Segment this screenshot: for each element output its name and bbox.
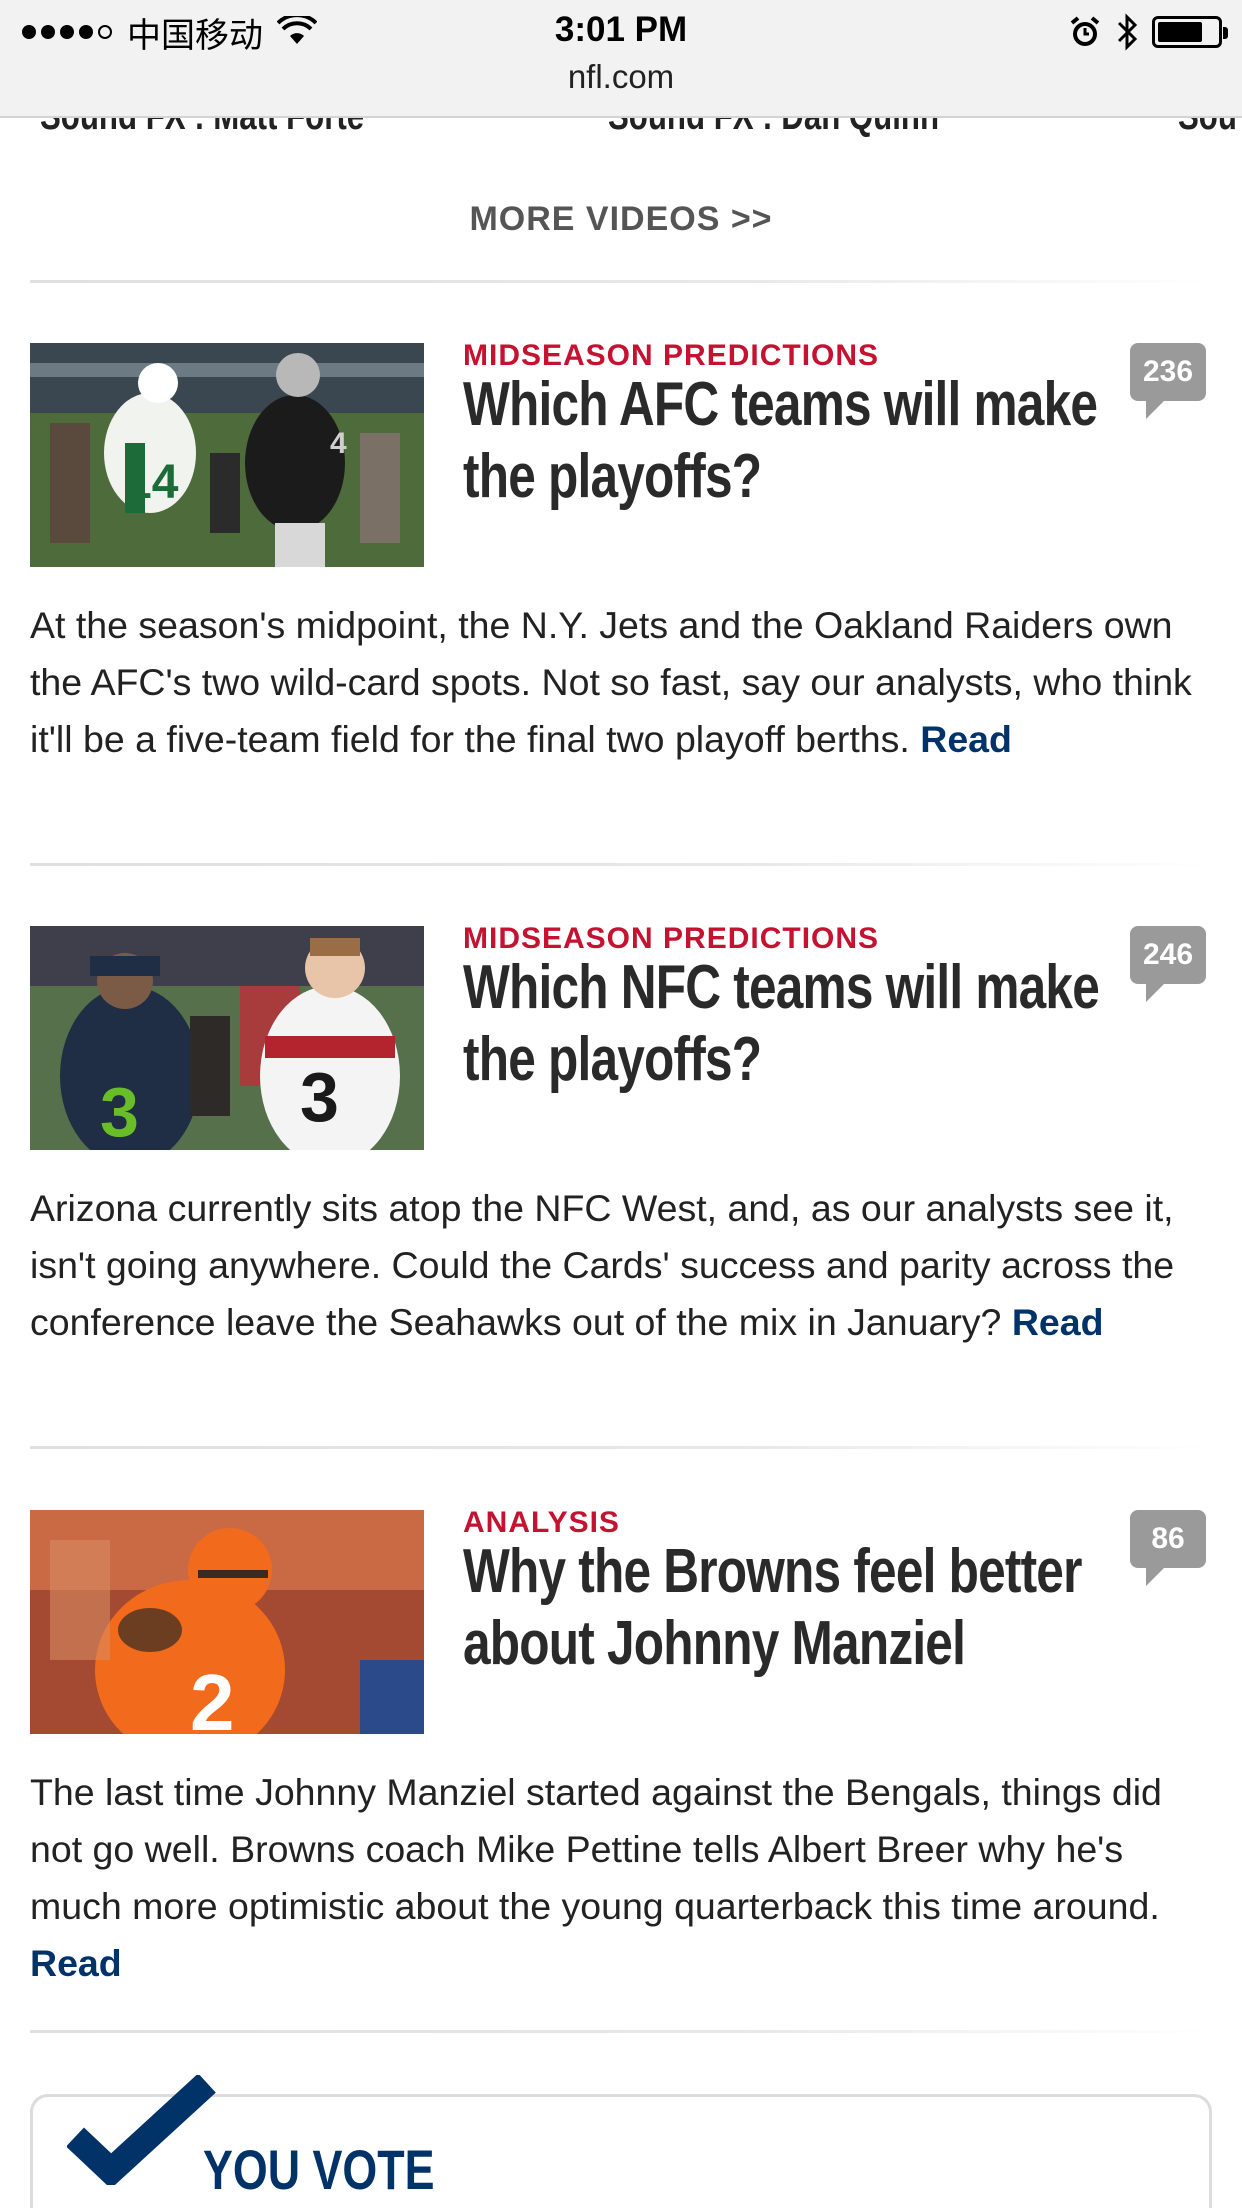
article-kicker[interactable]: MIDSEASON PREDICTIONS [463, 339, 879, 373]
article-headline[interactable]: Which NFC teams will make the playoffs? [463, 952, 1103, 1096]
divider [30, 2030, 1212, 2033]
svg-text:4: 4 [330, 427, 347, 460]
svg-text:3: 3 [300, 1058, 339, 1136]
svg-text:3: 3 [100, 1073, 139, 1150]
summary-text: Arizona currently sits atop the NFC West… [30, 1187, 1175, 1343]
battery-icon [1152, 16, 1228, 48]
article-summary: At the season's midpoint, the N.Y. Jets … [30, 597, 1220, 768]
comment-count: 236 [1142, 355, 1194, 388]
you-vote-panel[interactable]: YOU VOTE [30, 2075, 1212, 2208]
article-headline[interactable]: Which AFC teams will make the playoffs? [463, 369, 1103, 513]
checkmark-icon [67, 2075, 216, 2185]
comment-count-badge[interactable]: 246 [1130, 926, 1206, 1002]
battery-level [1158, 22, 1202, 42]
bluetooth-icon [1117, 13, 1138, 51]
you-vote-title: YOU VOTE [203, 2138, 435, 2201]
article-kicker[interactable]: MIDSEASON PREDICTIONS [463, 922, 879, 956]
clock: 3:01 PM [554, 10, 688, 49]
comment-count-badge[interactable]: 236 [1130, 343, 1206, 419]
article-kicker[interactable]: ANALYSIS [463, 1506, 620, 1540]
comment-count-badge[interactable]: 86 [1130, 1510, 1206, 1586]
comment-count: 86 [1151, 1522, 1185, 1555]
status-icons [1068, 12, 1228, 52]
divider [30, 1446, 1212, 1449]
more-videos-link[interactable]: MORE VIDEOS >> [0, 200, 1242, 239]
article-headline[interactable]: Why the Browns feel better about Johnny … [463, 1536, 1103, 1680]
comment-count: 246 [1142, 938, 1194, 971]
article-thumbnail[interactable]: 2 [30, 1510, 424, 1734]
read-link[interactable]: Read [920, 718, 1012, 760]
read-link[interactable]: Read [1012, 1301, 1104, 1343]
divider [30, 280, 1212, 283]
url-bar[interactable]: nfl.com [0, 58, 1242, 96]
divider [30, 863, 1212, 866]
svg-text:2: 2 [190, 1658, 235, 1734]
svg-text:14: 14 [125, 456, 179, 509]
status-bar: 中国移动 3:01 PM nfl.com [0, 0, 1242, 118]
summary-text: The last time Johnny Manziel started aga… [30, 1771, 1162, 1927]
article-summary: The last time Johnny Manziel started aga… [30, 1764, 1220, 1992]
summary-text: At the season's midpoint, the N.Y. Jets … [30, 604, 1192, 760]
article-thumbnail[interactable]: 14 4 [30, 343, 424, 567]
article-summary: Arizona currently sits atop the NFC West… [30, 1180, 1220, 1351]
alarm-icon [1070, 16, 1100, 46]
article-thumbnail[interactable]: 3 3 [30, 926, 424, 1150]
read-link[interactable]: Read [30, 1942, 122, 1984]
